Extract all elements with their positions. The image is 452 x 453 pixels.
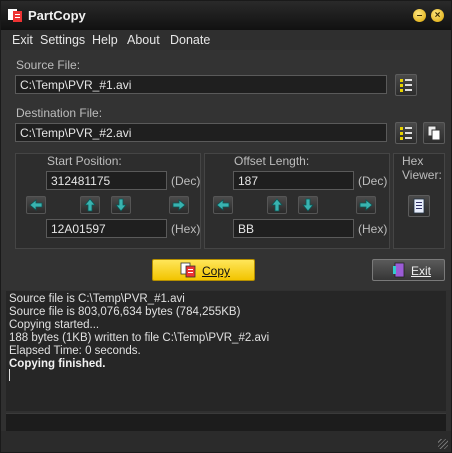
close-button[interactable]: ×	[431, 9, 444, 22]
exit-button-label: Exit	[411, 264, 432, 278]
hex-viewer-label-2: Viewer:	[402, 168, 442, 182]
destination-file-field[interactable]: C:\Temp\PVR_#2.avi	[15, 123, 387, 142]
same-as-source-button[interactable]	[423, 122, 445, 144]
arrow-left-icon	[216, 199, 230, 211]
copy-button[interactable]: Copy	[152, 259, 255, 281]
log-output[interactable]: Source file is C:\Temp\PVR_#1.avi Source…	[6, 291, 446, 411]
menu-donate[interactable]: Donate	[170, 33, 210, 47]
offset-right-button[interactable]	[356, 196, 376, 214]
resize-grip-icon[interactable]	[438, 439, 448, 449]
offset-dec-field[interactable]: 187	[233, 171, 354, 190]
log-line: Source file is C:\Temp\PVR_#1.avi	[9, 293, 185, 305]
arrow-right-icon	[172, 199, 186, 211]
browse-destination-button[interactable]	[395, 122, 417, 144]
start-position-label: Start Position:	[47, 154, 122, 168]
start-dec-unit: (Dec)	[171, 174, 201, 188]
exit-button[interactable]: Exit	[372, 259, 445, 281]
start-down-button[interactable]	[111, 196, 131, 214]
arrow-up-icon	[84, 198, 96, 212]
close-icon: ×	[434, 10, 441, 21]
offset-length-label: Offset Length:	[234, 154, 310, 168]
hex-viewer-label-1: Hex	[402, 154, 424, 168]
bottom-bar	[1, 431, 451, 452]
browse-source-button[interactable]	[395, 74, 417, 96]
copy-icon	[180, 262, 196, 278]
arrow-left-icon	[29, 199, 43, 211]
start-left-button[interactable]	[26, 196, 46, 214]
title-bar: PartCopy – ×	[1, 1, 451, 30]
copy-button-label: Copy	[202, 264, 231, 278]
exit-door-icon	[393, 262, 405, 278]
folder-list-icon	[400, 79, 412, 92]
menu-help[interactable]: Help	[92, 33, 118, 47]
start-up-button[interactable]	[80, 196, 100, 214]
menu-about[interactable]: About	[127, 33, 160, 47]
copy-pages-icon	[427, 125, 441, 141]
source-file-field[interactable]: C:\Temp\PVR_#1.avi	[15, 75, 387, 94]
offset-up-button[interactable]	[267, 196, 287, 214]
log-line: Copying started...	[9, 319, 100, 331]
start-hex-unit: (Hex)	[171, 222, 201, 236]
hex-viewer-button[interactable]	[408, 195, 430, 217]
arrow-right-icon	[359, 199, 373, 211]
offset-hex-unit: (Hex)	[358, 222, 388, 236]
offset-dec-unit: (Dec)	[358, 174, 388, 188]
minimize-icon: –	[416, 10, 423, 21]
offset-left-button[interactable]	[213, 196, 233, 214]
window-title: PartCopy	[28, 8, 86, 23]
arrow-down-icon	[115, 198, 127, 212]
app-icon	[8, 9, 22, 22]
menu-exit[interactable]: Exit	[12, 33, 33, 47]
menu-settings[interactable]: Settings	[40, 33, 85, 47]
start-dec-field[interactable]: 312481175	[46, 171, 167, 190]
folder-list-icon	[400, 127, 412, 140]
text-caret	[9, 369, 10, 381]
destination-label: Destination File:	[16, 106, 103, 120]
menu-bar: Exit Settings Help About Donate	[1, 30, 451, 50]
arrow-down-icon	[302, 198, 314, 212]
log-line: Elapsed Time: 0 seconds.	[9, 345, 141, 357]
status-bar	[6, 413, 446, 431]
log-line: Copying finished.	[9, 358, 106, 370]
source-label: Source File:	[16, 58, 81, 72]
arrow-up-icon	[271, 198, 283, 212]
start-hex-field[interactable]: 12A01597	[46, 219, 167, 238]
offset-down-button[interactable]	[298, 196, 318, 214]
log-line: Source file is 803,076,634 bytes (784,25…	[9, 306, 241, 318]
document-icon	[413, 198, 425, 214]
app-window: PartCopy – × Exit Settings Help About Do…	[0, 0, 452, 453]
start-right-button[interactable]	[169, 196, 189, 214]
offset-hex-field[interactable]: BB	[233, 219, 354, 238]
log-line: 188 bytes (1KB) written to file C:\Temp\…	[9, 332, 270, 344]
minimize-button[interactable]: –	[413, 9, 426, 22]
